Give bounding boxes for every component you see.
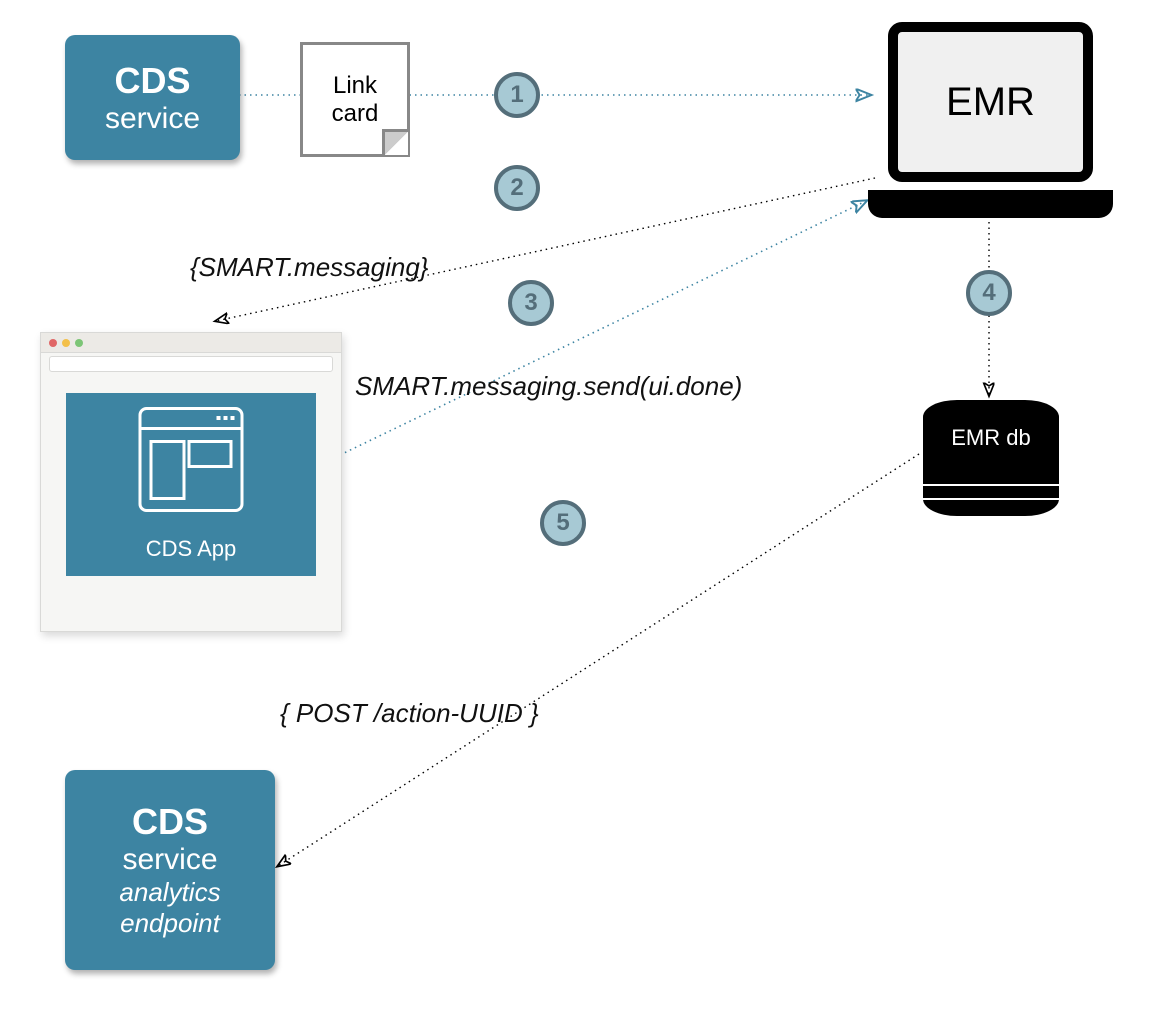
traffic-light-icons xyxy=(49,339,83,347)
dot-yellow-icon xyxy=(62,339,70,347)
cds-service2-line4: endpoint xyxy=(120,908,220,939)
cds-service-line2: service xyxy=(105,102,200,136)
emr-laptop-icon: EMR xyxy=(868,22,1113,222)
cds-app-caption: CDS App xyxy=(66,536,316,562)
emr-db-icon: EMR db xyxy=(923,400,1059,516)
step-badge-1: 1 xyxy=(494,72,540,118)
cds-service-line1: CDS xyxy=(114,60,190,102)
link-card: Link card xyxy=(300,42,410,157)
emr-label: EMR xyxy=(946,80,1035,125)
page-fold-icon xyxy=(382,129,408,155)
browser-address-bar xyxy=(49,356,333,372)
step-badge-5: 5 xyxy=(540,500,586,546)
cds-service2-line3: analytics xyxy=(119,877,220,908)
annotation-smart-send: SMART.messaging.send(ui.done) xyxy=(355,371,742,402)
annotation-smart-context: {SMART.messaging} xyxy=(190,252,428,283)
browser-topbar xyxy=(41,333,341,353)
step-badge-2: 2 xyxy=(494,165,540,211)
link-card-line2: card xyxy=(332,100,379,128)
cds-service2-line1: CDS xyxy=(132,801,208,843)
cds-service-box-bottom: CDS service analytics endpoint xyxy=(65,770,275,970)
dot-red-icon xyxy=(49,339,57,347)
step-badge-4: 4 xyxy=(966,270,1012,316)
cds-service2-line2: service xyxy=(122,843,217,877)
step-badge-3: 3 xyxy=(508,280,554,326)
dot-green-icon xyxy=(75,339,83,347)
emr-db-label: EMR db xyxy=(923,425,1059,451)
app-window-icon xyxy=(139,407,244,512)
cds-service-box-top: CDS service xyxy=(65,35,240,160)
link-card-line1: Link xyxy=(333,72,377,100)
annotation-post-action: { POST /action-UUID } xyxy=(280,698,539,729)
arrow-5 xyxy=(278,454,919,866)
cds-app-panel: CDS App xyxy=(66,393,316,576)
cds-app-browser: CDS App xyxy=(40,332,342,632)
arrow-3 xyxy=(340,201,866,455)
